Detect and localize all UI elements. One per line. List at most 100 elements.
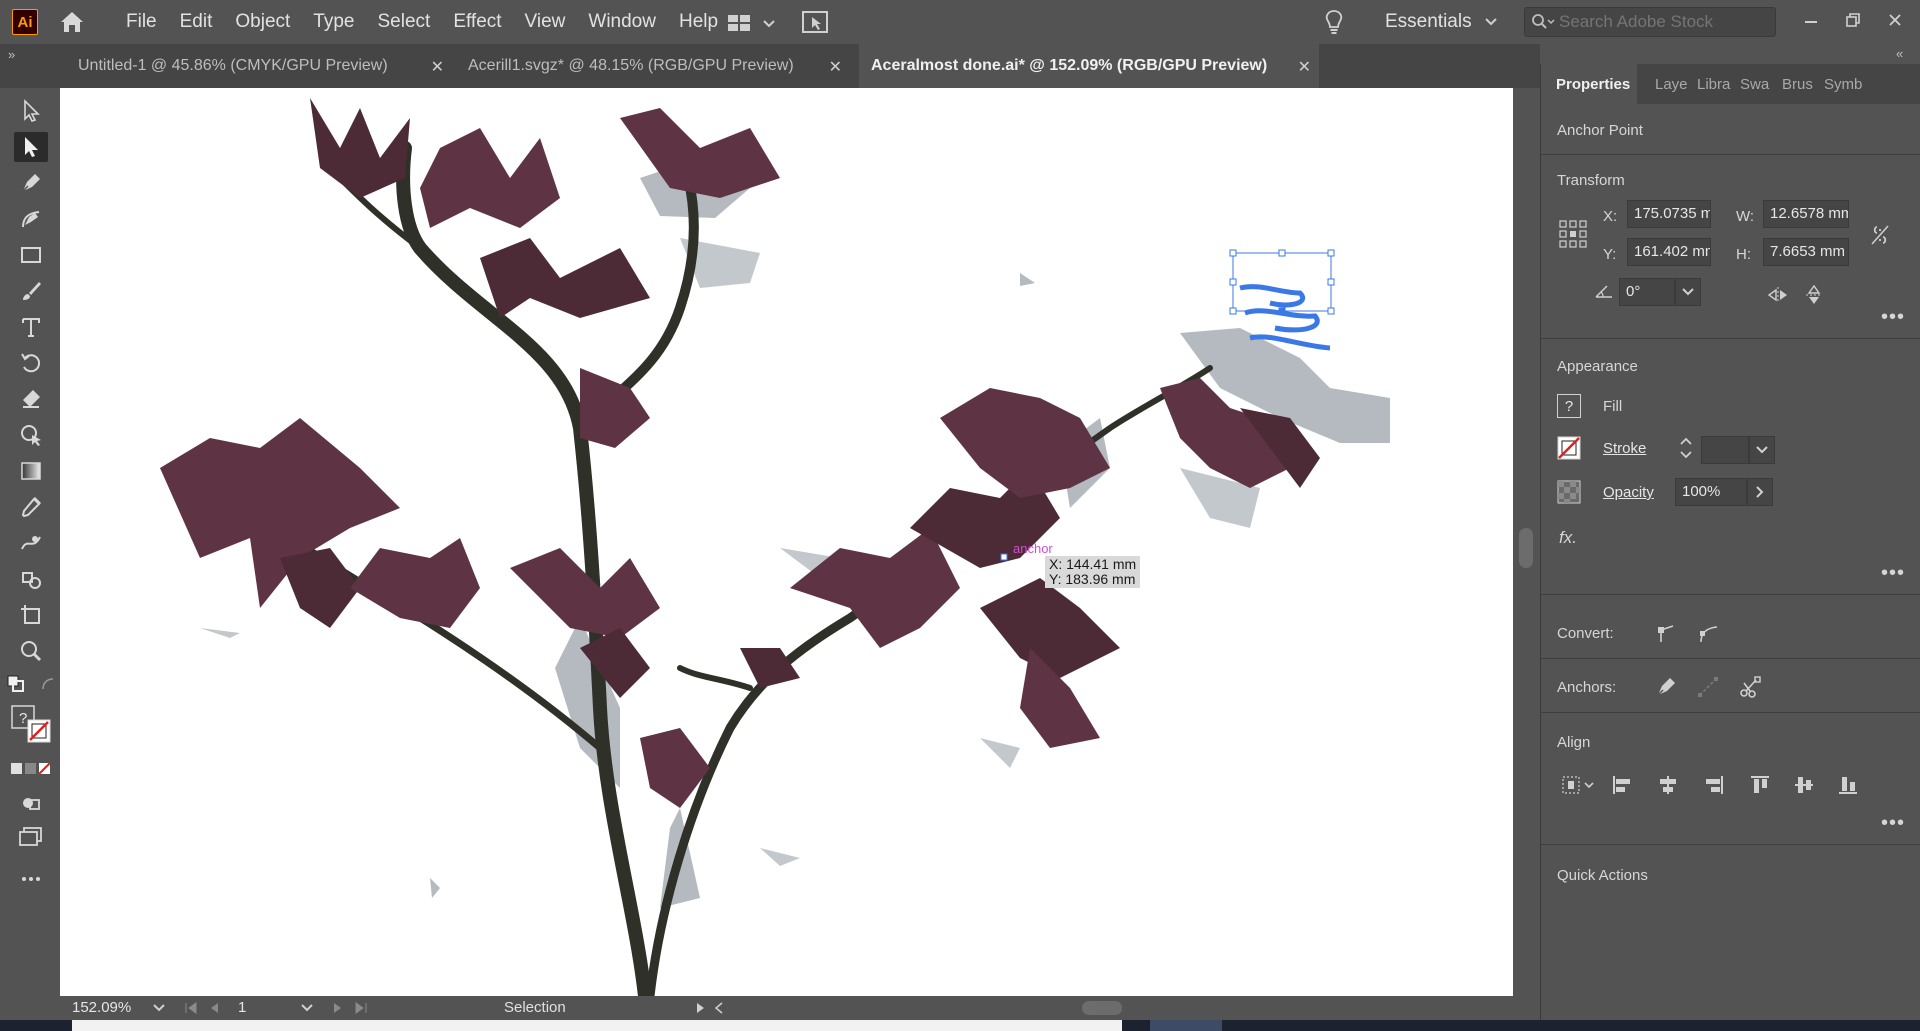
- home-icon[interactable]: [58, 9, 86, 35]
- effects-icon[interactable]: fx.: [1559, 528, 1577, 548]
- zoom-dropdown-icon[interactable]: [152, 1003, 166, 1013]
- stroke-swatch-none[interactable]: [1557, 436, 1581, 460]
- stroke-weight-stepper[interactable]: [1675, 433, 1697, 463]
- puppet-warp-tool-icon[interactable]: [14, 528, 48, 558]
- collapse-panels-icon[interactable]: «: [1896, 46, 1903, 61]
- artboard-nav-back[interactable]: [180, 998, 230, 1018]
- status-menu-arrow-icon[interactable]: [694, 1001, 706, 1015]
- align-right-icon[interactable]: [1701, 772, 1727, 798]
- rotate-field[interactable]: 0°: [1619, 278, 1675, 306]
- next-last-icon[interactable]: [322, 998, 372, 1018]
- constrain-proportions-icon[interactable]: [1867, 222, 1893, 248]
- rectangle-tool-icon[interactable]: [14, 240, 48, 270]
- remove-anchor-icon[interactable]: [1653, 674, 1679, 700]
- pen-tool-icon[interactable]: [14, 168, 48, 198]
- vertical-scroll-thumb[interactable]: [1519, 528, 1533, 568]
- close-tab-icon[interactable]: ✕: [829, 57, 842, 77]
- close-window-icon[interactable]: [1880, 6, 1910, 34]
- y-position-field[interactable]: 161.402 mm: [1627, 238, 1711, 266]
- current-tool-status[interactable]: Selection: [504, 999, 566, 1016]
- gradient-tool-icon[interactable]: [14, 456, 48, 486]
- paintbrush-tool-icon[interactable]: [14, 276, 48, 306]
- align-to-dropdown-icon[interactable]: [1561, 772, 1597, 798]
- collapse-toolbar-icon[interactable]: »: [8, 47, 15, 62]
- opacity-expand-icon[interactable]: [1747, 478, 1773, 506]
- height-field[interactable]: 7.6653 mm: [1763, 238, 1849, 266]
- symbol-sprayer-tool-icon[interactable]: [14, 564, 48, 594]
- menu-object[interactable]: Object: [235, 11, 290, 33]
- tab-acerill1[interactable]: Acerill1.svgz* @ 48.15% (RGB/GPU Preview…: [456, 44, 850, 88]
- align-top-icon[interactable]: [1747, 772, 1773, 798]
- eraser-tool-icon[interactable]: [14, 384, 48, 414]
- align-vertical-center-icon[interactable]: [1791, 772, 1817, 798]
- cut-path-icon[interactable]: [1737, 674, 1763, 700]
- zoom-level-field[interactable]: 152.09%: [72, 999, 152, 1017]
- menu-select[interactable]: Select: [378, 11, 431, 33]
- default-fill-stroke-icon[interactable]: [6, 674, 26, 694]
- tab-layers[interactable]: Laye: [1655, 76, 1688, 93]
- tab-libraries[interactable]: Libra: [1697, 76, 1730, 93]
- align-horizontal-center-icon[interactable]: [1655, 772, 1681, 798]
- tab-untitled-1[interactable]: Untitled-1 @ 45.86% (CMYK/GPU Preview) ✕: [66, 44, 452, 88]
- close-tab-icon[interactable]: ✕: [431, 57, 444, 77]
- vertical-scrollbar[interactable]: [1513, 88, 1539, 996]
- tab-swatches[interactable]: Swa: [1740, 76, 1769, 93]
- convert-to-corner-icon[interactable]: [1653, 620, 1679, 646]
- stroke-weight-field[interactable]: [1701, 436, 1749, 464]
- x-position-field[interactable]: 175.0735 mm: [1627, 200, 1711, 228]
- type-tool-icon[interactable]: [14, 312, 48, 342]
- menu-window[interactable]: Window: [588, 11, 656, 33]
- align-left-icon[interactable]: [1609, 772, 1635, 798]
- shape-builder-tool-icon[interactable]: [14, 420, 48, 450]
- artboard-canvas[interactable]: [60, 88, 1513, 996]
- artboard-number-field[interactable]: 1: [238, 999, 298, 1016]
- horizontal-scroll-thumb[interactable]: [1082, 1001, 1122, 1015]
- screen-mode-icon[interactable]: [14, 822, 48, 852]
- opacity-field[interactable]: 100%: [1675, 478, 1747, 506]
- eyedropper-tool-icon[interactable]: [14, 492, 48, 522]
- stroke-label[interactable]: Stroke: [1603, 440, 1646, 457]
- opacity-label[interactable]: Opacity: [1603, 484, 1654, 501]
- stock-search-input[interactable]: [1559, 12, 1769, 32]
- menu-help[interactable]: Help: [679, 11, 718, 33]
- convert-to-smooth-icon[interactable]: [1695, 620, 1721, 646]
- edit-toolbar-icon[interactable]: [14, 864, 48, 894]
- arrange-documents-dropdown[interactable]: [726, 12, 778, 34]
- gpu-performance-icon[interactable]: [800, 9, 830, 35]
- rotate-tool-icon[interactable]: [14, 348, 48, 378]
- anchor-point-marker[interactable]: [1000, 553, 1008, 561]
- close-tab-icon[interactable]: ✕: [1298, 57, 1311, 77]
- direct-selection-tool-icon[interactable]: [14, 132, 48, 162]
- connect-anchors-icon[interactable]: [1695, 674, 1721, 700]
- tab-properties[interactable]: Properties: [1556, 76, 1630, 93]
- restore-icon[interactable]: [1838, 6, 1868, 34]
- menu-file[interactable]: File: [126, 11, 157, 33]
- horizontal-scrollbar[interactable]: [710, 998, 1570, 1018]
- selection-tool-icon[interactable]: [14, 96, 48, 126]
- flip-vertical-icon[interactable]: [1801, 282, 1827, 308]
- align-bottom-icon[interactable]: [1835, 772, 1861, 798]
- transform-more-options[interactable]: •••: [1881, 306, 1905, 329]
- rotate-dropdown-icon[interactable]: [1675, 278, 1701, 306]
- first-previous-icon[interactable]: [180, 998, 230, 1018]
- appearance-more-options[interactable]: •••: [1881, 562, 1905, 585]
- lightbulb-icon[interactable]: [1322, 8, 1346, 36]
- fill-swatch-unknown[interactable]: ?: [1557, 394, 1581, 418]
- flip-horizontal-icon[interactable]: [1765, 282, 1791, 308]
- tab-aceralmost-done[interactable]: Aceralmost done.ai* @ 152.09% (RGB/GPU P…: [859, 44, 1319, 88]
- tab-brushes[interactable]: Brus: [1782, 76, 1813, 93]
- tab-symbols[interactable]: Symb: [1824, 76, 1862, 93]
- adobe-stock-search[interactable]: [1524, 7, 1776, 37]
- curvature-tool-icon[interactable]: [14, 204, 48, 234]
- minimize-icon[interactable]: [1796, 6, 1826, 34]
- workspace-switcher[interactable]: Essentials: [1385, 8, 1498, 36]
- width-field[interactable]: 12.6578 mm: [1763, 200, 1849, 228]
- artboard-dropdown-icon[interactable]: [300, 1003, 314, 1013]
- menu-effect[interactable]: Effect: [453, 11, 501, 33]
- menu-edit[interactable]: Edit: [180, 11, 213, 33]
- draw-mode-icon[interactable]: [14, 788, 48, 818]
- fill-stroke-swatches[interactable]: ?: [10, 704, 54, 744]
- scroll-left-icon[interactable]: [714, 1002, 724, 1014]
- align-more-options[interactable]: •••: [1881, 812, 1905, 835]
- zoom-tool-icon[interactable]: [14, 636, 48, 666]
